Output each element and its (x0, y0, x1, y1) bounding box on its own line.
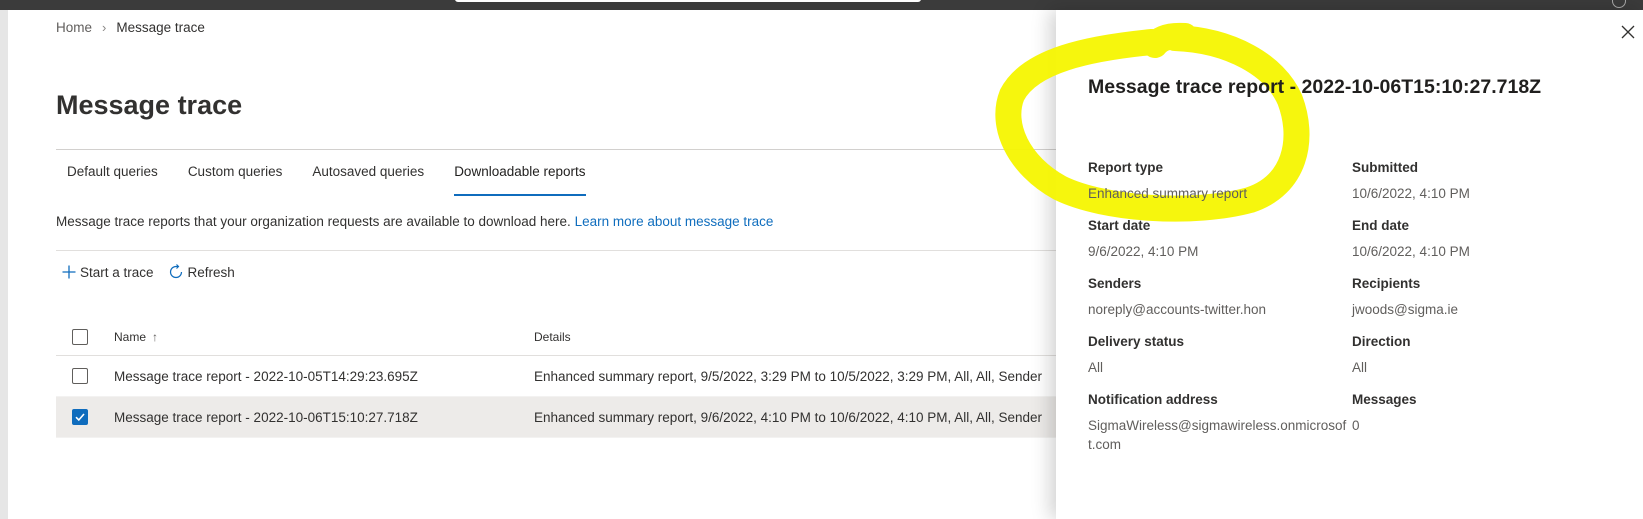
row-checkbox[interactable] (72, 409, 88, 425)
breadcrumb: Home › Message trace (56, 20, 205, 35)
field-end-date: End date 10/6/2022, 4:10 PM (1352, 218, 1470, 259)
description-divider (56, 250, 1056, 251)
row-name[interactable]: Message trace report - 2022-10-05T14:29:… (114, 369, 534, 384)
table-row[interactable]: Message trace report - 2022-10-05T14:29:… (56, 356, 1056, 397)
panel-title: Message trace report - 2022-10-06T15:10:… (1088, 76, 1542, 98)
breadcrumb-current: Message trace (116, 20, 205, 35)
learn-more-link[interactable]: Learn more about message trace (575, 214, 774, 229)
select-all-checkbox[interactable] (72, 328, 88, 345)
column-header-details[interactable]: Details (534, 330, 1056, 344)
start-trace-button[interactable]: Start a trace (62, 265, 154, 280)
notification-address-line2: t.com (1088, 437, 1122, 452)
tab-list: Default queries Custom queries Autosaved… (56, 152, 605, 196)
refresh-button[interactable]: Refresh (168, 264, 235, 280)
notification-address-line1: SigmaWireless@sigmawireless.onmicrosof (1088, 418, 1347, 433)
refresh-label: Refresh (187, 264, 235, 280)
table-row[interactable]: Message trace report - 2022-10-06T15:10:… (56, 397, 1056, 438)
tab-autosaved-queries[interactable]: Autosaved queries (301, 152, 435, 196)
command-bar: Start a trace Refresh (62, 264, 235, 280)
field-messages: Messages 0 (1352, 392, 1417, 433)
field-delivery-status: Delivery status All (1088, 334, 1185, 375)
browser-top-bar (0, 0, 1643, 10)
row-details: Enhanced summary report, 9/5/2022, 3:29 … (534, 368, 1043, 384)
column-header-name[interactable]: Name ↑ (114, 330, 534, 344)
tab-downloadable-reports[interactable]: Downloadable reports (443, 152, 596, 196)
field-report-type: Report type Enhanced summary report (1088, 160, 1248, 201)
sort-up-icon: ↑ (152, 329, 159, 344)
table-header: Name ↑ Details (56, 318, 1056, 356)
field-submitted: Submitted 10/6/2022, 4:10 PM (1352, 160, 1470, 201)
plus-icon (62, 265, 76, 279)
row-details: Enhanced summary report, 9/6/2022, 4:10 … (534, 409, 1043, 425)
field-recipients: Recipients jwoods@sigma.ie (1352, 276, 1458, 317)
checkmark-icon (75, 413, 85, 422)
tab-custom-queries[interactable]: Custom queries (177, 152, 294, 196)
reports-table: Name ↑ Details Message trace report - 202… (56, 318, 1056, 438)
page-description: Message trace reports that your organiza… (56, 214, 773, 229)
refresh-icon (169, 264, 182, 279)
row-name[interactable]: Message trace report - 2022-10-06T15:10:… (114, 410, 534, 425)
start-trace-label: Start a trace (80, 264, 154, 280)
row-checkbox[interactable] (72, 368, 88, 384)
page-title: Message trace (56, 90, 243, 120)
close-icon[interactable] (1620, 24, 1636, 40)
breadcrumb-home[interactable]: Home (56, 20, 92, 35)
field-notification-address: Notification address SigmaWireless@sigma… (1088, 392, 1347, 452)
title-divider (56, 149, 1056, 150)
left-nav-strip (0, 10, 8, 519)
chevron-right-icon: › (102, 20, 107, 35)
profile-icon[interactable] (1612, 0, 1626, 8)
description-text: Message trace reports that your organiza… (56, 214, 571, 229)
tab-default-queries[interactable]: Default queries (56, 152, 169, 196)
field-senders: Senders noreply@accounts-twitter.hon (1088, 276, 1267, 317)
field-direction: Direction All (1352, 334, 1411, 375)
field-start-date: Start date 9/6/2022, 4:10 PM (1088, 218, 1199, 259)
address-bar[interactable] (455, 0, 921, 2)
